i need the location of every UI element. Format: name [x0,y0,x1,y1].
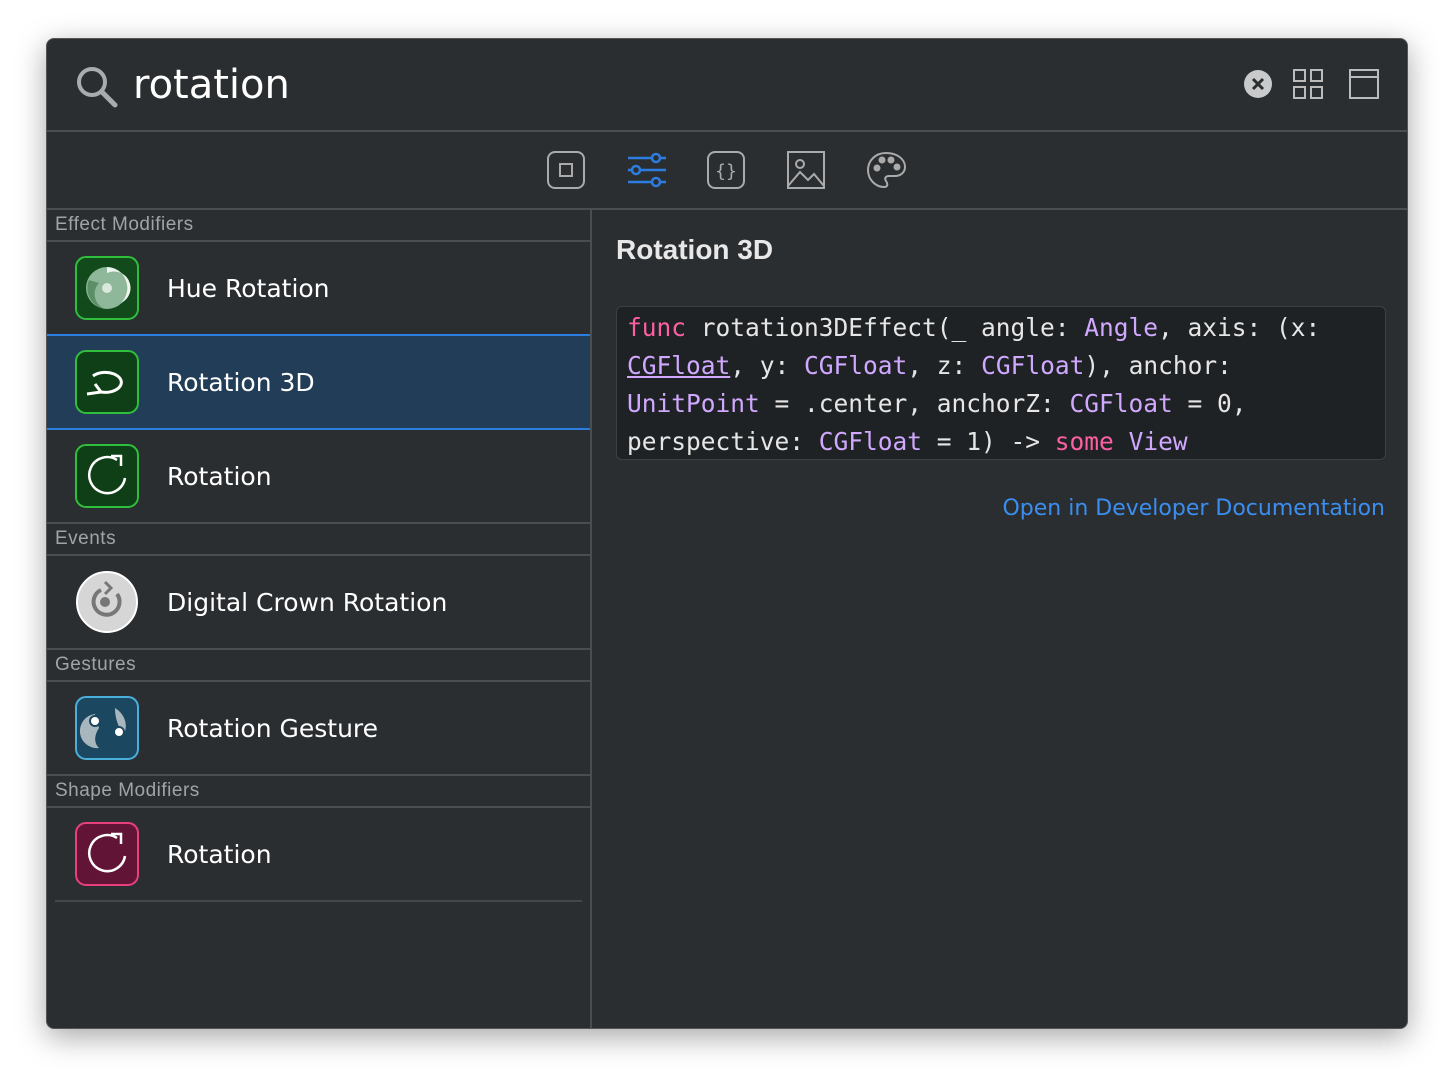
list-item[interactable]: Rotation [55,808,582,902]
clear-search-icon[interactable] [1243,69,1273,99]
list-item-label: Rotation 3D [167,367,315,397]
declaration-code: func rotation3DEffect(_ angle: Angle, ax… [616,306,1386,460]
section-header: Events [47,524,590,556]
search-icon [77,67,118,108]
list-item[interactable]: Digital Crown Rotation [47,556,590,650]
list-item-selected[interactable]: Rotation 3D [47,334,590,430]
media-tab-icon[interactable] [786,150,828,192]
list-item-label: Rotation [167,461,272,491]
hue-rotation-icon [75,256,139,320]
code-type: UnitPoint [627,389,760,418]
code-type: CGFloat [981,351,1085,380]
rotation-gesture-icon [75,696,139,760]
search-input[interactable] [133,57,1033,113]
code-keyword: some [1054,427,1114,456]
detail-title: Rotation 3D [616,234,774,265]
colors-tab-icon[interactable] [866,150,908,192]
modifiers-tab-icon[interactable] [626,150,668,192]
snippets-tab-icon[interactable]: {} [706,150,748,192]
grid-view-icon[interactable] [1293,69,1323,99]
section-header: Shape Modifiers [47,776,590,808]
code-text: , z: [907,351,982,380]
list-item-label: Hue Rotation [167,273,330,303]
code-text: , axis: (x: [1158,313,1336,342]
code-type[interactable]: CGFloat [627,351,730,380]
detail-pane: Rotation 3D func rotation3DEffect(_ angl… [594,210,1407,1028]
code-type: Angle [1084,313,1159,342]
code-text: rotation3DEffect(_ angle: [700,313,1085,342]
code-text: = 1) -> [922,427,1055,456]
category-toolbar: {} [47,132,1407,210]
search-bar [47,39,1407,132]
list-item-label: Rotation Gesture [167,713,379,743]
list-item-label: Rotation [167,839,272,869]
detail-view-icon[interactable] [1349,69,1379,99]
shape-rotation-icon [75,822,139,886]
list-item[interactable]: Hue Rotation [47,242,590,336]
code-type: CGFloat [804,351,908,380]
list-item[interactable]: Rotation [47,430,590,524]
code-text: ), anchor: [1084,351,1247,380]
list-item-label: Digital Crown Rotation [167,587,448,617]
open-documentation-link[interactable]: Open in Developer Documentation [1002,496,1385,521]
code-type: View [1128,427,1188,456]
results-list: Effect Modifiers Hue Rotation Rotation 3… [47,210,592,1028]
digital-crown-icon [76,571,138,633]
section-header: Effect Modifiers [47,210,590,242]
rotation-icon [75,444,139,508]
section-header: Gestures [47,650,590,682]
code-type: CGFloat [818,427,923,456]
list-item[interactable]: Rotation Gesture [47,682,590,776]
library-window: {} Effect Modifiers Hue Rotation Rotatio… [46,38,1408,1029]
views-tab-icon[interactable] [546,150,588,192]
code-text: = .center, anchorZ: [759,389,1070,418]
rotation-3d-icon [75,350,139,414]
svg-text:{}: {} [715,161,737,182]
code-text: , y: [730,351,805,380]
code-type: CGFloat [1069,389,1173,418]
code-keyword: func [627,313,701,342]
